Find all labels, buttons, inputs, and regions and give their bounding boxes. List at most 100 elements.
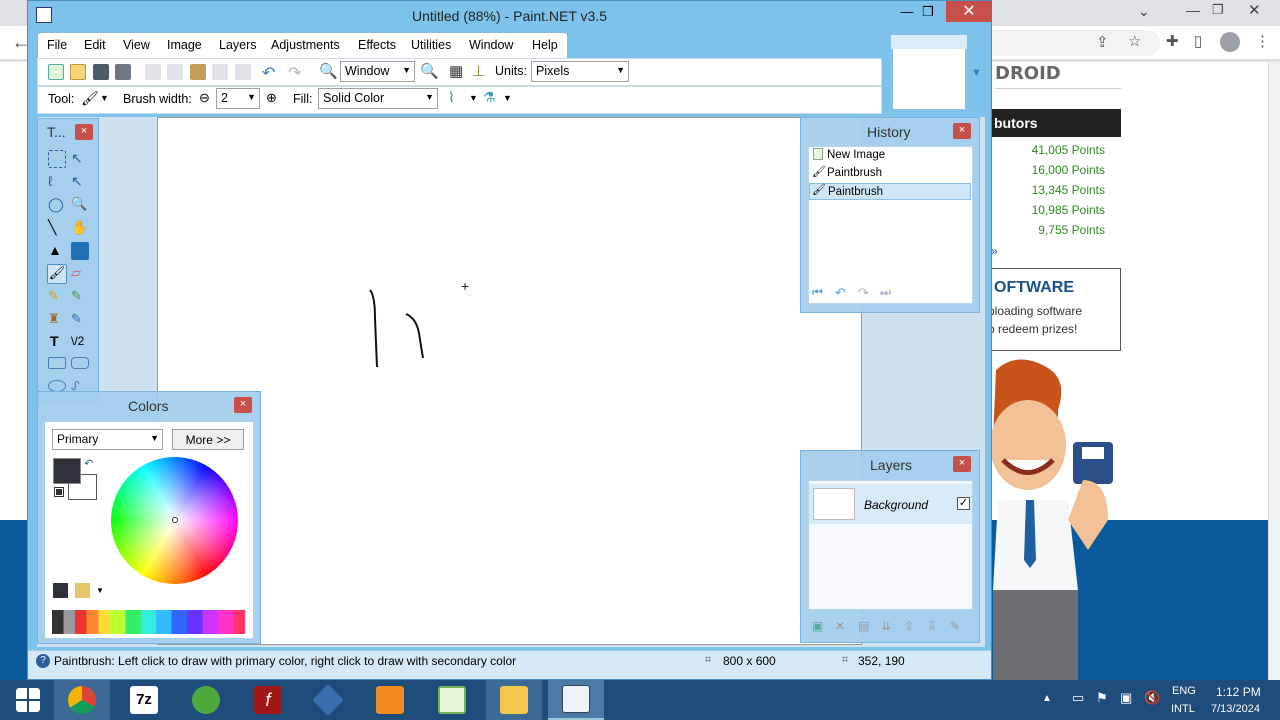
color-wheel-marker[interactable] — [172, 517, 178, 523]
rectangle-icon[interactable] — [48, 357, 66, 369]
close-button[interactable]: ✕ — [946, 1, 992, 22]
display-icon[interactable]: ▣ — [1120, 690, 1132, 706]
menu-effects[interactable]: Effects — [358, 38, 396, 52]
menu-edit[interactable]: Edit — [84, 38, 106, 52]
save-icon[interactable] — [93, 64, 109, 80]
scrollbar[interactable] — [1268, 62, 1280, 680]
redo-icon[interactable]: ↷ — [288, 63, 301, 83]
color-picker-icon[interactable]: ✎ — [71, 288, 89, 306]
clone-stamp-icon[interactable]: ♜ — [48, 311, 66, 329]
chrome-icon[interactable] — [54, 680, 110, 720]
crop-icon[interactable] — [212, 64, 228, 80]
fill-select[interactable]: Solid Color ▼ — [318, 88, 438, 109]
drawing-canvas[interactable]: + — [157, 117, 862, 645]
paintnet-icon[interactable] — [548, 680, 604, 720]
antialias-icon[interactable]: ⌇ — [448, 89, 455, 106]
print-icon[interactable] — [115, 64, 131, 80]
blend-mode-icon[interactable]: ⚗ — [483, 89, 496, 106]
grid-icon[interactable]: ▦ — [449, 62, 463, 80]
add-to-palette-icon[interactable] — [53, 583, 68, 598]
rounded-rectangle-icon[interactable] — [71, 357, 89, 369]
ruler-icon[interactable]: ⊥ — [472, 62, 485, 80]
cut-icon[interactable] — [145, 64, 161, 80]
menu-help[interactable]: Help — [532, 38, 558, 52]
history-item-selected[interactable]: Paintbrush — [809, 183, 971, 200]
clock-date[interactable]: 7/13/2024 — [1211, 703, 1260, 715]
reset-colors-icon[interactable] — [54, 487, 64, 497]
menu-file[interactable]: File — [47, 38, 67, 52]
menu-view[interactable]: View — [123, 38, 150, 52]
new-file-icon[interactable] — [48, 64, 64, 80]
layer-properties-icon[interactable]: ✎ — [950, 619, 960, 633]
more-button[interactable]: More >> — [172, 429, 244, 450]
menu-utilities[interactable]: Utilities — [411, 38, 451, 52]
tray-overflow-icon[interactable]: ▲ — [1042, 693, 1052, 704]
open-folder-icon[interactable] — [70, 64, 86, 80]
language-bottom[interactable]: INTL — [1171, 703, 1195, 715]
network-icon[interactable]: ▭ — [1072, 690, 1084, 706]
rewind-icon[interactable]: ⏮ — [812, 285, 823, 300]
swap-colors-icon[interactable]: ↶ — [84, 457, 93, 470]
paintbrush-icon[interactable]: 🖌 — [81, 90, 99, 107]
decrease-icon[interactable]: ⊖ — [199, 90, 210, 106]
eraser-icon[interactable]: ▱ — [71, 265, 89, 283]
close-button[interactable]: × — [75, 124, 93, 140]
sidepanel-icon[interactable]: ▯ — [1194, 32, 1202, 50]
close-button[interactable]: × — [953, 123, 971, 139]
7zip-icon[interactable]: 7z — [116, 680, 172, 720]
copy-icon[interactable] — [167, 64, 183, 80]
star-icon[interactable]: ☆ — [1128, 32, 1141, 50]
brush-width-select[interactable]: 2 ▼ — [216, 88, 260, 109]
notepadpp-icon[interactable] — [424, 680, 480, 720]
close-icon[interactable]: ✕ — [1248, 1, 1261, 19]
chevron-down-icon[interactable]: ▼ — [469, 93, 478, 103]
maximize-icon[interactable]: ❐ — [1212, 2, 1224, 18]
primary-color-swatch[interactable] — [53, 458, 81, 484]
duplicate-layer-icon[interactable]: ▤ — [858, 619, 869, 633]
zoom-select[interactable]: Window ▼ — [340, 61, 415, 82]
menu-image[interactable]: Image — [167, 38, 202, 52]
chevron-down-icon[interactable]: ▼ — [503, 93, 512, 103]
history-item[interactable]: Paintbrush — [809, 165, 971, 182]
menu-layers[interactable]: Layers — [219, 38, 257, 52]
text-icon[interactable]: T — [50, 333, 68, 351]
delete-layer-icon[interactable]: ✕ — [835, 619, 845, 633]
start-icon[interactable] — [0, 680, 56, 720]
virtualbox-icon[interactable] — [300, 680, 356, 720]
redo-icon[interactable]: ↷ — [858, 285, 869, 301]
zoom-out-icon[interactable]: 🔍 — [319, 62, 338, 80]
more-link[interactable]: » — [991, 244, 998, 258]
units-select[interactable]: Pixels ▼ — [531, 61, 629, 82]
pencil-icon[interactable]: ✎ — [48, 288, 66, 306]
site-logo[interactable]: DROID — [995, 63, 1121, 89]
share-icon[interactable]: ⇪ — [1096, 33, 1109, 51]
explorer-icon[interactable] — [486, 680, 542, 720]
flag-icon[interactable]: ⚑ — [1096, 690, 1108, 706]
magic-wand-icon[interactable]: ╲ — [48, 219, 66, 237]
gradient-icon[interactable] — [71, 242, 89, 260]
paintbrush-tool-icon[interactable]: 🖌 — [47, 264, 67, 284]
chevron-down-icon[interactable]: ▼ — [100, 93, 109, 103]
menu-adjustments[interactable]: Adjustments — [271, 38, 340, 52]
paint-bucket-icon[interactable]: ▲ — [48, 242, 66, 260]
palette-menu-icon[interactable] — [75, 583, 90, 598]
move-layer-up-icon[interactable]: ⇧ — [904, 619, 914, 633]
line-curve-icon[interactable]: \/2 — [71, 334, 89, 352]
deselect-icon[interactable] — [235, 64, 251, 80]
maximize-button[interactable]: ❐ — [913, 1, 943, 23]
avatar[interactable] — [1220, 32, 1240, 52]
recolor-icon[interactable]: ✎ — [71, 311, 89, 329]
language-top[interactable]: ENG — [1172, 685, 1196, 697]
increase-icon[interactable]: ⊕ — [266, 90, 277, 106]
pan-hand-icon[interactable]: ✋ — [71, 219, 89, 237]
undo-icon[interactable]: ↶ — [835, 285, 846, 301]
zoom-in-icon[interactable]: 🔍 — [420, 62, 439, 80]
paste-icon[interactable] — [190, 64, 206, 80]
flash-icon[interactable]: f — [240, 680, 296, 720]
chevron-down-icon[interactable]: ⌄ — [1138, 3, 1150, 20]
clock-time[interactable]: 1:12 PM — [1216, 685, 1261, 699]
rectangle-select-icon[interactable] — [48, 150, 66, 168]
move-layer-down-icon[interactable]: ⇩ — [927, 619, 937, 633]
move-icon[interactable]: ↖ — [71, 173, 89, 191]
move-selection-icon[interactable]: ↖ — [71, 150, 89, 168]
